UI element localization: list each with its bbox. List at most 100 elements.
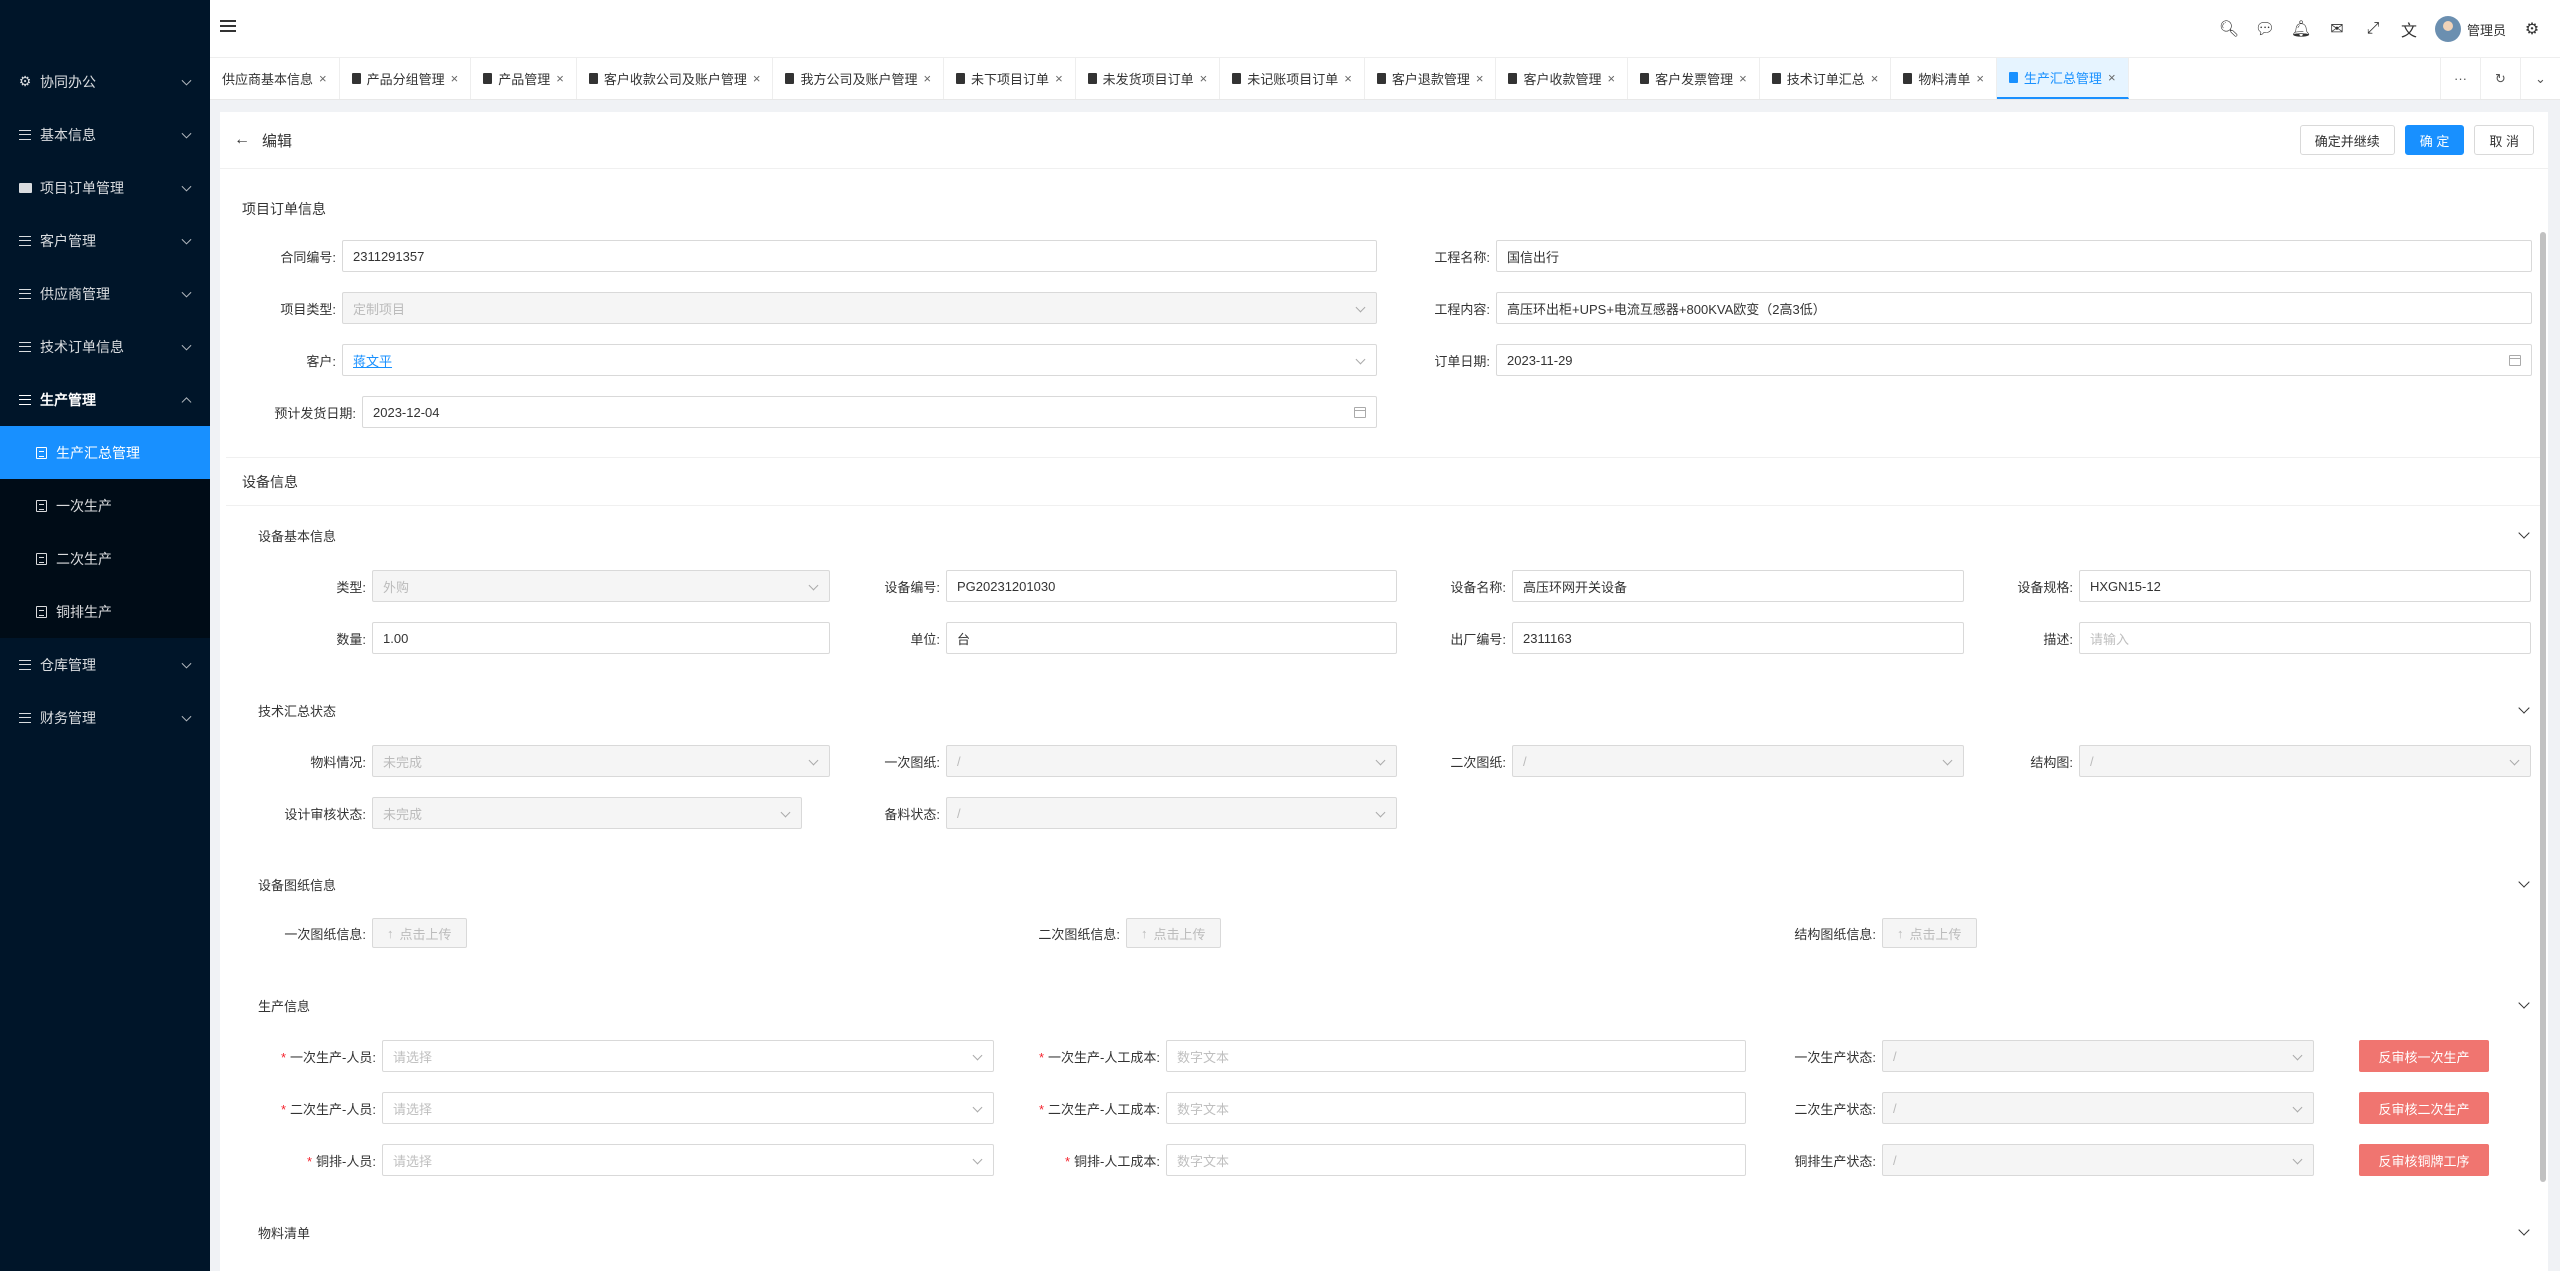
customer-select[interactable]: 蒋文平 — [342, 344, 1377, 376]
ship-date-picker[interactable]: 2023-12-04 — [362, 396, 1377, 428]
close-icon[interactable]: × — [1476, 71, 1484, 86]
p3-status-select[interactable]: / — [1882, 1144, 2314, 1176]
close-icon[interactable]: × — [319, 71, 327, 86]
sidebar-item-primary-production[interactable]: 一次生产 — [0, 479, 210, 532]
translate-icon[interactable]: 文 — [2391, 11, 2427, 47]
list-icon — [18, 340, 32, 354]
close-icon[interactable]: × — [1739, 71, 1747, 86]
tab-customer-refunds[interactable]: 客户退款管理 × — [1365, 58, 1497, 99]
close-icon[interactable]: × — [556, 71, 564, 86]
upload-icon: ↑ — [387, 925, 394, 941]
device-basic-header[interactable]: 设备基本信息 — [220, 515, 2548, 555]
qty-field[interactable]: 1.00 — [372, 622, 830, 654]
more-icon[interactable]: ··· — [2440, 58, 2480, 99]
project-content-field[interactable]: 高压环出柜+UPS+电流互感器+800KVA欧变（2高3低） — [1496, 292, 2532, 324]
tab-products[interactable]: 产品管理 × — [471, 58, 577, 99]
sidebar-item-suppliers[interactable]: 供应商管理 — [0, 267, 210, 320]
sidebar-item-basic-info[interactable]: 基本信息 — [0, 108, 210, 161]
sidebar-item-copper-production[interactable]: 铜排生产 — [0, 585, 210, 638]
close-icon[interactable]: × — [1055, 71, 1063, 86]
tab-customer-receipts[interactable]: 客户收款管理 × — [1496, 58, 1629, 99]
stock-select[interactable]: / — [946, 797, 1397, 829]
unaudit-primary-button[interactable]: 反审核一次生产 — [2359, 1040, 2489, 1072]
tab-production-summary[interactable]: 生产汇总管理 × — [1996, 58, 2129, 99]
tab-unplaced-orders[interactable]: 未下项目订单 × — [944, 58, 1076, 99]
sidebar-item-tech-orders[interactable]: 技术订单信息 — [0, 320, 210, 373]
device-name-field[interactable]: 高压环网开关设备 — [1512, 570, 1964, 602]
unaudit-secondary-button[interactable]: 反审核二次生产 — [2359, 1092, 2489, 1124]
sidebar-item-warehouse[interactable]: 仓库管理 — [0, 638, 210, 691]
primary-upload-button[interactable]: ↑ 点击上传 — [372, 918, 467, 948]
material-select[interactable]: 未完成 — [372, 745, 830, 777]
settings-icon[interactable]: ⚙︎ — [2514, 11, 2550, 47]
message-icon[interactable]: 💬︎ — [2247, 11, 2283, 47]
fullscreen-icon[interactable]: ⤢ — [2355, 11, 2391, 47]
scrollbar[interactable] — [2540, 232, 2546, 1182]
unit-field[interactable]: 台 — [946, 622, 1397, 654]
tab-product-groups[interactable]: 产品分组管理 × — [340, 58, 472, 99]
desc-field[interactable]: 请输入 — [2079, 622, 2531, 654]
bell-icon[interactable]: 🔔︎ — [2283, 11, 2319, 47]
sidebar-item-production[interactable]: 生产管理 — [0, 373, 210, 426]
tab-tech-order-summary[interactable]: 技术订单汇总 × — [1760, 58, 1892, 99]
p1-staff-select[interactable]: 请选择 — [382, 1040, 994, 1072]
project-name-field[interactable]: 国信出行 — [1496, 240, 2532, 272]
close-icon[interactable]: × — [1200, 71, 1208, 86]
type-select[interactable]: 外购 — [372, 570, 830, 602]
tab-supplier-info[interactable]: 供应商基本信息 × — [210, 58, 340, 99]
contract-no-field[interactable]: 2311291357 — [342, 240, 1377, 272]
customer-link[interactable]: 蒋文平 — [353, 351, 392, 370]
close-icon[interactable]: × — [1976, 71, 1984, 86]
close-icon[interactable]: × — [2108, 70, 2116, 85]
close-icon[interactable]: × — [753, 71, 761, 86]
chevron-down-icon — [181, 181, 192, 192]
chat-icon[interactable]: ✉︎ — [2319, 11, 2355, 47]
sidebar-item-project-orders[interactable]: 项目订单管理 — [0, 161, 210, 214]
p2-staff-select[interactable]: 请选择 — [382, 1092, 994, 1124]
sidebar-item-office[interactable]: ⚙ 协同办公 — [0, 55, 210, 108]
p3-staff-select[interactable]: 请选择 — [382, 1144, 994, 1176]
chevron-down-icon — [181, 234, 192, 245]
p3-cost-field[interactable]: 数字文本 — [1166, 1144, 1746, 1176]
order-date-picker[interactable]: 2023-11-29 — [1496, 344, 2532, 376]
sidebar-item-secondary-production[interactable]: 二次生产 — [0, 532, 210, 585]
tech-summary-header[interactable]: 技术汇总状态 — [220, 690, 2548, 730]
unaudit-copper-button[interactable]: 反审核铜牌工序 — [2359, 1144, 2489, 1176]
project-type-select[interactable]: 定制项目 — [342, 292, 1377, 324]
user-menu[interactable]: 管理员 — [2434, 16, 2506, 42]
sidebar-item-production-summary[interactable]: 生产汇总管理 — [0, 426, 210, 479]
device-no-field[interactable]: PG20231201030 — [946, 570, 1397, 602]
close-icon[interactable]: × — [1344, 71, 1352, 86]
tab-customer-invoices[interactable]: 客户发票管理 × — [1628, 58, 1760, 99]
refresh-icon[interactable]: ↻ — [2480, 58, 2520, 99]
search-icon[interactable]: 🔍︎ — [2211, 11, 2247, 47]
p1-status-select[interactable]: / — [1882, 1040, 2314, 1072]
primary-drawing-select[interactable]: / — [946, 745, 1397, 777]
secondary-upload-button[interactable]: ↑ 点击上传 — [1126, 918, 1221, 948]
production-header[interactable]: 生产信息 — [220, 985, 2548, 1025]
close-icon[interactable]: × — [1608, 71, 1616, 86]
tab-customer-accounts[interactable]: 客户收款公司及账户管理 × — [577, 58, 774, 99]
sidebar-item-customers[interactable]: 客户管理 — [0, 214, 210, 267]
tab-materials[interactable]: 物料清单 × — [1891, 58, 1997, 99]
materials-header[interactable]: 物料清单 — [220, 1212, 2548, 1252]
sidebar-item-finance[interactable]: 财务管理 — [0, 691, 210, 744]
close-icon[interactable]: × — [923, 71, 931, 86]
close-icon[interactable]: × — [1871, 71, 1879, 86]
design-review-select[interactable]: 未完成 — [372, 797, 802, 829]
tab-unbooked-orders[interactable]: 未记账项目订单 × — [1220, 58, 1365, 99]
structure-drawing-select[interactable]: / — [2079, 745, 2531, 777]
close-icon[interactable]: × — [451, 71, 459, 86]
factory-no-field[interactable]: 2311163 — [1512, 622, 1964, 654]
secondary-drawing-select[interactable]: / — [1512, 745, 1964, 777]
p1-cost-field[interactable]: 数字文本 — [1166, 1040, 1746, 1072]
tab-our-accounts[interactable]: 我方公司及账户管理 × — [773, 58, 945, 99]
p2-status-select[interactable]: / — [1882, 1092, 2314, 1124]
spec-field[interactable]: HXGN15-12 — [2079, 570, 2531, 602]
menu-fold-icon[interactable] — [220, 20, 236, 34]
structure-upload-button[interactable]: ↑ 点击上传 — [1882, 918, 1977, 948]
p2-cost-field[interactable]: 数字文本 — [1166, 1092, 1746, 1124]
drawings-header[interactable]: 设备图纸信息 — [220, 864, 2548, 904]
tab-unshipped-orders[interactable]: 未发货项目订单 × — [1076, 58, 1221, 99]
chevron-down-icon[interactable]: ⌄ — [2520, 58, 2560, 99]
